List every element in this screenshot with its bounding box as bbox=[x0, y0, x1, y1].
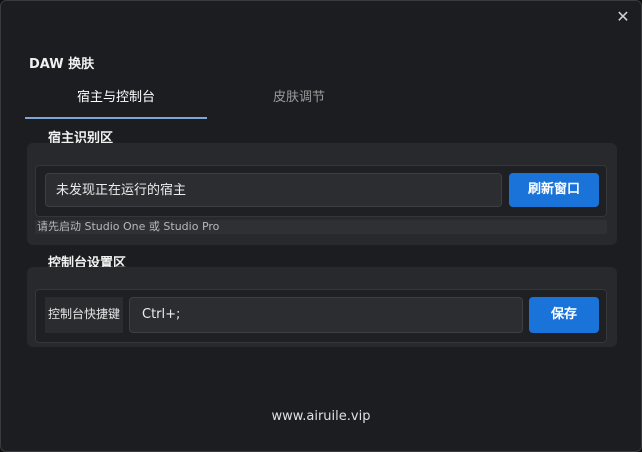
host-hint: 请先启动 Studio One 或 Studio Pro bbox=[35, 220, 607, 234]
tab-host-console[interactable]: 宿主与控制台 bbox=[25, 87, 207, 119]
shortcut-input[interactable]: Ctrl+; bbox=[129, 297, 523, 333]
host-section-panel: 未发现正在运行的宿主 刷新窗口 请先启动 Studio One 或 Studio… bbox=[27, 143, 617, 245]
shortcut-row: 控制台快捷键 Ctrl+; 保存 bbox=[35, 289, 607, 343]
tab-bar: 宿主与控制台 皮肤调节 bbox=[25, 87, 585, 119]
app-title: DAW 换肤 bbox=[29, 57, 95, 72]
footer-link[interactable]: www.airuile.vip bbox=[1, 409, 641, 424]
host-status-field: 未发现正在运行的宿主 bbox=[45, 173, 502, 207]
refresh-window-button[interactable]: 刷新窗口 bbox=[509, 173, 599, 207]
console-section-panel: 控制台快捷键 Ctrl+; 保存 bbox=[27, 267, 617, 347]
close-icon[interactable]: ✕ bbox=[615, 9, 631, 25]
tab-skin-adjust[interactable]: 皮肤调节 bbox=[225, 87, 373, 117]
save-button[interactable]: 保存 bbox=[529, 297, 599, 333]
host-status-row: 未发现正在运行的宿主 刷新窗口 bbox=[35, 165, 607, 217]
app-window: ✕ DAW 换肤 宿主与控制台 皮肤调节 宿主识别区 未发现正在运行的宿主 刷新… bbox=[0, 0, 642, 452]
shortcut-label: 控制台快捷键 bbox=[45, 297, 123, 333]
